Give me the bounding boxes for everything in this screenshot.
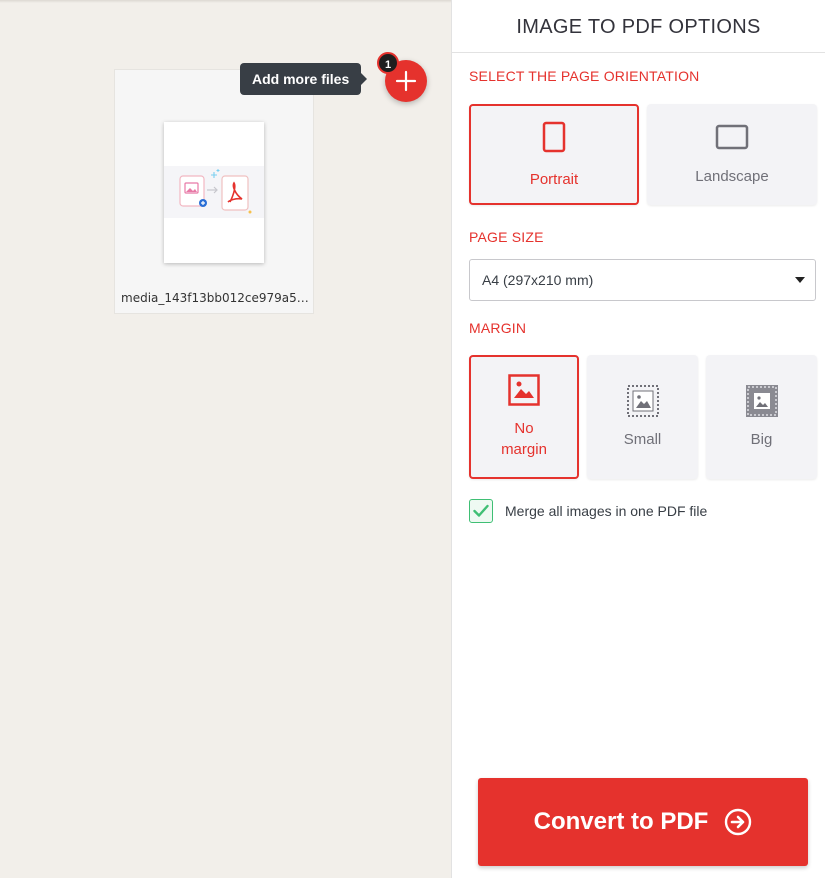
margin-section-label: MARGIN xyxy=(469,320,527,336)
portrait-label: Portrait xyxy=(529,171,579,188)
page-size-section-label: PAGE SIZE xyxy=(469,229,544,245)
landscape-label: Landscape xyxy=(695,168,769,185)
options-sidebar: IMAGE TO PDF OPTIONS SELECT THE PAGE ORI… xyxy=(451,0,825,878)
sidebar-title: IMAGE TO PDF OPTIONS xyxy=(452,0,825,53)
small-margin-label: Small xyxy=(623,430,662,448)
file-card[interactable]: media_143f13bb012ce979a51e... xyxy=(114,69,315,314)
margin-small-option[interactable]: Small xyxy=(587,355,698,479)
merge-checkbox[interactable] xyxy=(469,499,493,523)
file-preview-page xyxy=(164,122,264,263)
orientation-section-label: SELECT THE PAGE ORIENTATION xyxy=(469,68,700,84)
no-margin-label: No margin xyxy=(501,420,547,458)
plus-icon xyxy=(395,70,417,92)
merge-images-option[interactable]: Merge all images in one PDF file xyxy=(469,499,707,523)
margin-big-option[interactable]: Big xyxy=(706,355,817,479)
arrow-right-circle-icon xyxy=(725,808,752,836)
file-workspace: media_143f13bb012ce979a51e... Add more f… xyxy=(0,0,452,878)
file-thumbnail xyxy=(164,166,264,218)
toolbar-shadow xyxy=(0,0,452,3)
chevron-down-icon xyxy=(795,277,805,283)
big-margin-label: Big xyxy=(750,430,773,448)
landscape-page-icon xyxy=(715,124,749,150)
convert-button-label: Convert to PDF xyxy=(533,808,709,835)
no-margin-image-icon xyxy=(508,374,540,406)
page-size-select[interactable]: A4 (297x210 mm) xyxy=(469,259,816,301)
small-margin-image-icon xyxy=(626,384,659,417)
merge-label: Merge all images in one PDF file xyxy=(505,503,708,519)
portrait-page-icon xyxy=(542,121,566,153)
add-files-tooltip: Add more files xyxy=(240,63,368,95)
file-count-badge: 1 xyxy=(377,52,399,74)
checkmark-icon xyxy=(473,504,489,517)
page-size-value: A4 (297x210 mm) xyxy=(482,272,594,288)
big-margin-image-icon xyxy=(745,384,778,417)
image-to-pdf-illustration xyxy=(179,169,252,214)
orientation-portrait-option[interactable]: Portrait xyxy=(469,104,639,205)
orientation-landscape-option[interactable]: Landscape xyxy=(647,104,817,205)
file-name: media_143f13bb012ce979a51e... xyxy=(121,291,315,305)
convert-to-pdf-button[interactable]: Convert to PDF xyxy=(478,778,808,866)
margin-none-option[interactable]: No margin xyxy=(469,355,579,479)
